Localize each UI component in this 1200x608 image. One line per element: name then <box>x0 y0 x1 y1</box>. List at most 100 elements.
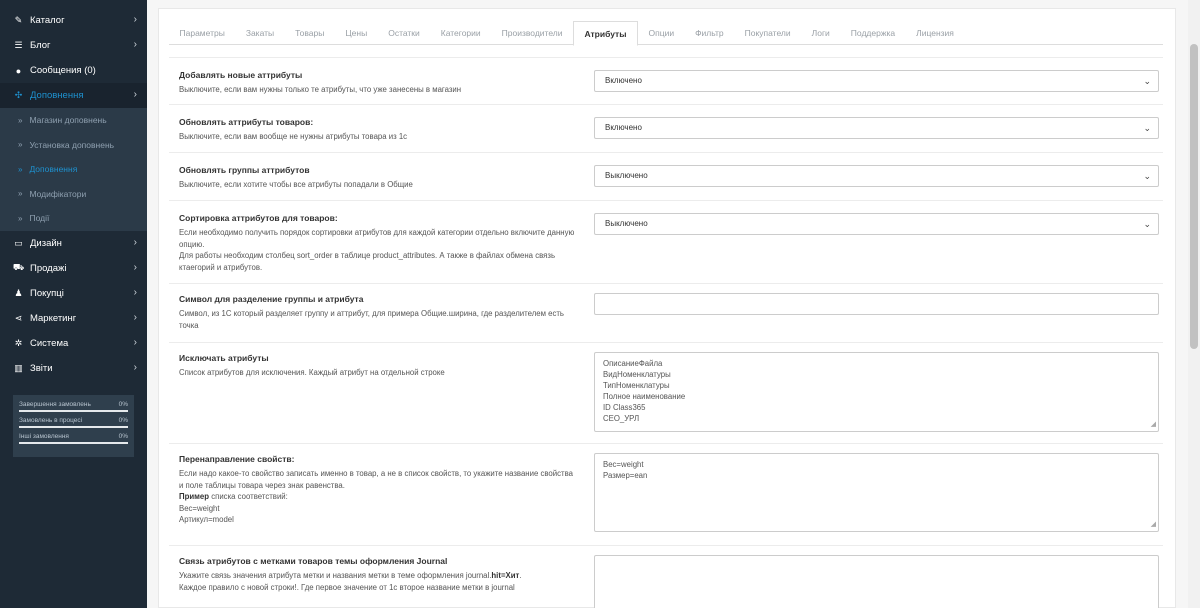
sort-attributes-select[interactable]: Выключено ⌄ <box>594 213 1159 235</box>
add-attributes-title: Добавлять новые аттрибуты <box>179 70 303 80</box>
sidebar-item-блог[interactable]: ☰ Блог › <box>0 33 147 58</box>
row-exclude-attributes: Исключать атрибуты Список атрибутов для … <box>169 342 1163 443</box>
textarea-line: ID Class365 <box>603 403 646 412</box>
submenu-item-label: Установка доповнень <box>29 139 115 150</box>
journal-help-1a: Укажите связь значения атрибута метки и … <box>179 571 492 580</box>
chevron-right-icon: › <box>133 286 137 298</box>
list-icon: ☰ <box>14 40 23 50</box>
page-scrollbar[interactable] <box>1188 0 1200 608</box>
redirect-example-rest: списка соответствий: <box>209 492 288 501</box>
sidebar-item-маркетинг[interactable]: ⋖ Маркетинг › <box>0 306 147 331</box>
bullet-icon: » <box>18 164 23 174</box>
row-label: Символ для разделение группы и атрибута … <box>179 294 579 331</box>
resize-grip-icon[interactable]: ◢ <box>1151 419 1156 430</box>
tab-item[interactable]: Фильтр <box>685 21 735 45</box>
row-redirect-properties: Перенаправление свойств: Если надо какое… <box>169 443 1163 545</box>
sidebar-item-доповнення[interactable]: ✣ Доповнення › <box>0 83 147 108</box>
bullet-icon: » <box>18 189 23 199</box>
order-stat-label: Замовлень в процесі <box>19 417 83 424</box>
scrollbar-thumb[interactable] <box>1190 44 1198 349</box>
journal-textarea[interactable] <box>594 555 1159 608</box>
journal-title: Связь атрибутов с метками товаров темы о… <box>179 556 448 566</box>
submenu-item-label: Модифікатори <box>29 188 87 199</box>
order-stat-value: 0% <box>118 433 128 440</box>
textarea-line: CEO_УРЛ <box>603 414 640 423</box>
sidebar-item-система[interactable]: ✲ Система › <box>0 331 147 356</box>
update-groups-title: Обновлять группы аттрибутов <box>179 165 310 175</box>
cart-icon: ⛟ <box>12 262 25 272</box>
chevron-down-icon: ⌄ <box>1143 76 1151 86</box>
tab-item[interactable]: Атрибуты <box>572 21 638 46</box>
journal-help-2: Каждое правило с новой строки!. Где перв… <box>179 582 515 592</box>
update-attributes-select[interactable]: Включено ⌄ <box>594 117 1159 139</box>
resize-grip-icon[interactable]: ◢ <box>1151 519 1156 530</box>
textarea-line: ОписаниеФайла <box>603 359 663 368</box>
row-add-attributes: Добавлять новые аттрибуты Выключите, есл… <box>169 57 1163 104</box>
bar-chart-icon: ▥ <box>14 362 23 373</box>
tab-item[interactable]: Поддержка <box>840 21 905 45</box>
sidebar: ✎ Каталог › ☰ Блог › ● Сообщения (0) ✣ Доповнення… <box>0 0 147 608</box>
sidebar-item-покупці[interactable]: ♟ Покупці › <box>0 281 147 306</box>
sort-attributes-value: Выключено <box>605 219 648 228</box>
order-stats-panel: Завершення замовлень 0% Замовлень в процес… <box>13 395 134 457</box>
sidebar-submenu-extensions: » Магазин доповнень » Установка доповнень » Д… <box>0 108 147 231</box>
tab-item[interactable]: Производители <box>491 21 573 45</box>
update-attributes-title: Обновлять аттрибуты товаров: <box>179 117 314 127</box>
update-groups-select[interactable]: Выключено ⌄ <box>594 165 1159 187</box>
tab-item[interactable]: Лицензия <box>906 21 965 45</box>
exclude-textarea[interactable]: ОписаниеФайла ВидНоменклатуры ТипНоменклат… <box>594 352 1159 432</box>
row-label: Сортировка аттрибутов для товаров: Если … <box>179 213 579 273</box>
tab-item[interactable]: Закаты <box>235 21 284 45</box>
add-attributes-select[interactable]: Включено ⌄ <box>594 70 1159 92</box>
separator-input[interactable] <box>594 293 1159 315</box>
chevron-down-icon: ⌄ <box>1143 219 1151 229</box>
sidebar-item-label: Каталог <box>30 15 65 26</box>
submenu-item[interactable]: » Магазин доповнень <box>0 108 147 133</box>
sidebar-item-сообщения-0-[interactable]: ● Сообщения (0) <box>0 58 147 83</box>
journal-help-1: Укажите связь значения атрибута метки и … <box>179 570 579 582</box>
progress-bar <box>19 442 128 444</box>
tab-item[interactable]: Остатки <box>378 21 431 45</box>
tab-item[interactable]: Товары <box>285 21 335 45</box>
sort-attributes-help-2: Для работы необходим столбец sort_order … <box>179 251 556 272</box>
row-label: Исключать атрибуты Список атрибутов для … <box>179 353 579 379</box>
chevron-right-icon: › <box>133 361 137 373</box>
submenu-item-label: Магазин доповнень <box>29 115 107 126</box>
row-label: Добавлять новые аттрибуты Выключите, есл… <box>179 70 579 96</box>
add-attributes-value: Включено <box>605 76 642 85</box>
journal-help-1c: . <box>519 571 522 580</box>
tab-item[interactable]: Логи <box>801 21 840 45</box>
tab-item[interactable]: Опции <box>638 21 685 45</box>
submenu-item[interactable]: » Доповнення <box>0 157 147 182</box>
tab-item[interactable]: Категории <box>430 21 491 45</box>
puzzle-icon: ✣ <box>14 90 23 100</box>
exclude-title: Исключать атрибуты <box>179 353 269 363</box>
order-stat-value: 0% <box>118 417 128 424</box>
tab-item[interactable]: Цены <box>335 21 378 45</box>
sidebar-item-каталог[interactable]: ✎ Каталог › <box>0 8 147 33</box>
order-stat-row: Інші замовлення 0% <box>19 433 128 440</box>
tab-item[interactable]: Параметры <box>169 21 235 45</box>
order-stat-value: 0% <box>118 401 128 408</box>
redirect-example-2: Артикул=model <box>179 515 234 524</box>
submenu-item[interactable]: » Установка доповнень <box>0 133 147 158</box>
order-stat-row: Замовлень в процесі 0% <box>19 417 128 424</box>
separator-help: Символ, из 1С который разделяет группу и… <box>179 309 564 330</box>
redirect-textarea[interactable]: Вес=weight Размер=ean ◢ <box>594 453 1159 532</box>
sidebar-item-звіти[interactable]: ▥ Звіти › <box>0 356 147 381</box>
sidebar-item-продажі[interactable]: ⛟ Продажі › <box>0 256 147 281</box>
submenu-item[interactable]: » Події <box>0 206 147 231</box>
sort-attributes-help-1: Если необходимо получить порядок сортиро… <box>179 228 575 249</box>
tag-icon: ✎ <box>14 15 23 25</box>
tab-item[interactable]: Покупатели <box>734 21 801 45</box>
progress-bar <box>19 426 128 428</box>
settings-panel: Параметры Закаты Товары Цены Остатки Категори… <box>158 8 1176 608</box>
submenu-item[interactable]: » Модифікатори <box>0 182 147 207</box>
redirect-example-1: Вес=weight <box>179 503 220 513</box>
textarea-line: ВидНоменклатуры <box>603 370 671 379</box>
sidebar-item-label: Звіти <box>30 362 53 374</box>
textarea-line: Полное наименование <box>603 392 686 401</box>
sidebar-item-дизайн[interactable]: ▭ Дизайн › <box>0 231 147 256</box>
settings-tabs: Параметры Закаты Товары Цены Остатки Категори… <box>169 21 1163 46</box>
cog-icon: ✲ <box>14 337 23 348</box>
